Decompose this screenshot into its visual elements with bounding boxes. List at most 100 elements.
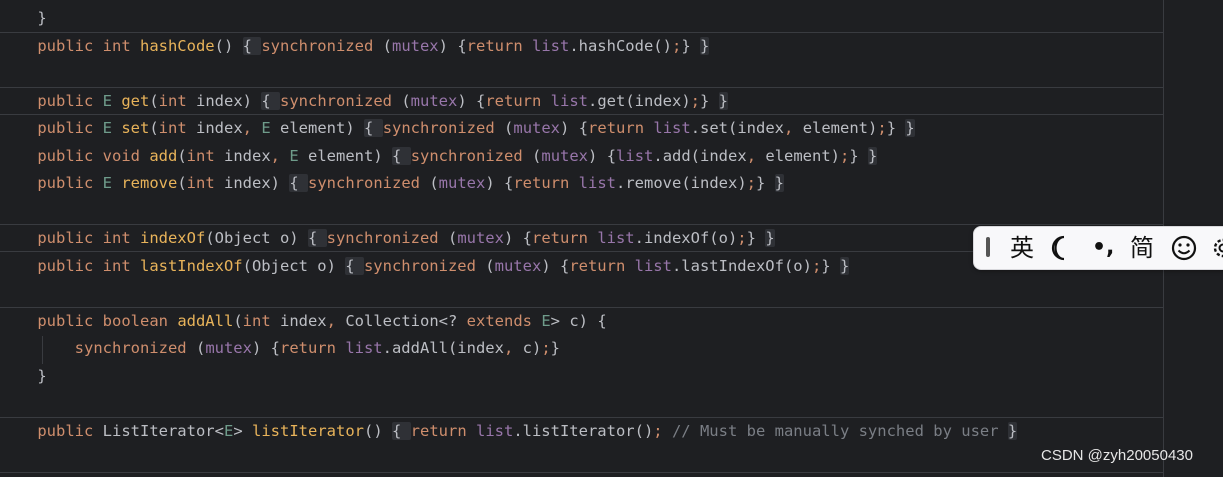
code-token: element) xyxy=(765,146,841,165)
code-token: ) { xyxy=(438,36,467,55)
code-line[interactable]: public ListIterator<E> listIterator() { … xyxy=(0,418,1163,445)
code-token: synchronized xyxy=(280,91,402,110)
code-token: ) { xyxy=(485,174,514,192)
code-token: synchronized xyxy=(410,146,533,165)
code-token: ( xyxy=(504,119,514,137)
code-token: int xyxy=(102,36,140,55)
code-token: } xyxy=(700,91,719,110)
code-token: { xyxy=(307,229,327,247)
code-token: ( xyxy=(485,256,495,275)
toolbar-grip-handle[interactable] xyxy=(986,237,990,257)
code-token: list xyxy=(531,36,570,55)
code-token: (Object o) xyxy=(205,229,308,247)
code-line[interactable]: public E remove(int index) { synchronize… xyxy=(0,170,1163,197)
code-token: E xyxy=(261,119,281,137)
code-token: } xyxy=(886,119,906,137)
code-token: list xyxy=(634,256,672,275)
code-token: { xyxy=(242,36,262,55)
method-separator xyxy=(0,472,1163,473)
code-token: list xyxy=(578,174,616,192)
code-token: } xyxy=(550,339,560,357)
code-token: get xyxy=(121,91,150,110)
code-token: public xyxy=(0,36,103,55)
code-token: mutex xyxy=(205,339,252,357)
code-token: mutex xyxy=(541,146,589,165)
gear-icon[interactable] xyxy=(1208,231,1223,265)
code-token: index xyxy=(196,119,243,137)
code-token: } xyxy=(821,256,840,275)
code-token: public xyxy=(0,421,103,440)
code-token: mutex xyxy=(391,36,439,55)
code-line[interactable] xyxy=(0,280,1163,307)
code-token: .listIterator() xyxy=(513,421,654,440)
code-token: list xyxy=(597,229,635,247)
smiley-icon[interactable] xyxy=(1170,231,1198,265)
code-line[interactable]: } xyxy=(0,363,1163,390)
code-token: hashCode xyxy=(139,36,215,55)
code-token: E xyxy=(223,421,234,440)
code-token: return xyxy=(466,36,532,55)
code-token: ) { xyxy=(560,119,589,137)
code-line[interactable]: public E set(int index, E element) { syn… xyxy=(0,115,1163,142)
code-token: } xyxy=(756,174,775,192)
code-token: { xyxy=(392,146,411,165)
code-line[interactable]: public int hashCode() { synchronized (mu… xyxy=(0,33,1163,60)
code-token: mutex xyxy=(410,91,458,110)
code-token: mutex xyxy=(513,119,561,137)
code-token: list xyxy=(550,91,588,110)
code-token: E xyxy=(541,311,551,330)
code-token: public xyxy=(0,311,103,330)
code-token: } xyxy=(0,9,47,27)
code-token: ) { xyxy=(503,229,532,247)
code-token: index) xyxy=(224,174,290,192)
code-token: public xyxy=(0,146,103,165)
code-token: int xyxy=(186,146,224,165)
code-line[interactable] xyxy=(0,60,1163,87)
code-token: c) xyxy=(522,339,542,357)
watermark-label: CSDN @zyh20050430 xyxy=(1041,447,1193,464)
code-token: mutex xyxy=(494,256,542,275)
code-token: } xyxy=(746,229,766,247)
code-token: ( xyxy=(149,91,159,110)
code-token: ; xyxy=(746,174,756,192)
code-token: .addAll(index xyxy=(382,339,504,357)
code-token: int xyxy=(158,119,196,137)
code-token: index) xyxy=(196,91,262,110)
code-token: public xyxy=(0,91,103,110)
code-line[interactable] xyxy=(0,390,1163,417)
simplified-traditional-toggle[interactable]: 简 xyxy=(1130,231,1154,265)
code-token: int xyxy=(158,91,196,110)
moon-icon[interactable] xyxy=(1050,231,1076,265)
code-token: ; xyxy=(671,36,682,55)
code-token: , xyxy=(326,311,346,330)
code-token: Collection<? xyxy=(345,311,467,330)
code-token: , xyxy=(242,119,262,137)
code-line[interactable]: public boolean addAll(int index, Collect… xyxy=(0,308,1163,335)
code-token: public xyxy=(0,229,103,247)
code-token: ; xyxy=(653,421,672,440)
code-token: int xyxy=(186,174,224,192)
code-token: public xyxy=(0,256,103,275)
code-token: ) { xyxy=(588,146,617,165)
code-token: list xyxy=(616,146,654,165)
code-token: set xyxy=(121,119,150,137)
code-token: list xyxy=(653,119,691,137)
code-token: ) { xyxy=(251,339,280,357)
code-token: } xyxy=(699,36,710,55)
code-token: synchronized xyxy=(382,119,505,137)
code-token: } xyxy=(868,146,878,165)
code-token: return xyxy=(531,229,598,247)
code-line[interactable]: } xyxy=(0,5,1163,32)
code-token: } xyxy=(718,91,729,110)
ime-toolbar: 英 •, 简 xyxy=(973,226,1223,270)
code-token: ( xyxy=(447,229,458,247)
code-token: remove xyxy=(121,174,178,192)
code-line[interactable]: public E get(int index) { synchronized (… xyxy=(0,88,1163,115)
punctuation-toggle-button[interactable]: •, xyxy=(1092,231,1114,265)
language-toggle-button[interactable]: 英 xyxy=(1010,231,1034,265)
code-token: ( xyxy=(195,339,206,357)
code-line[interactable]: synchronized (mutex) {return list.addAll… xyxy=(0,335,1163,362)
code-line[interactable] xyxy=(0,198,1163,225)
code-token: .indexOf(o) xyxy=(634,229,738,247)
code-line[interactable]: public void add(int index, E element) { … xyxy=(0,143,1163,170)
